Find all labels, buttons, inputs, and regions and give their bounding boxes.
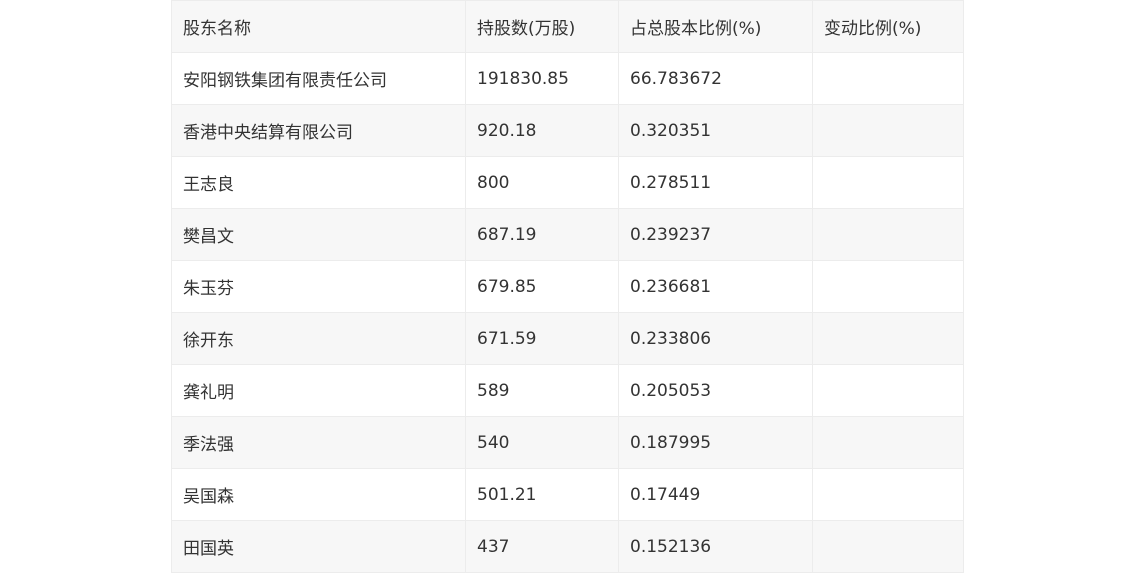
- cell-shareholder-name: 朱玉芬: [171, 260, 466, 313]
- cell-change-ratio: [812, 156, 964, 209]
- header-change-ratio: 变动比例(%): [812, 0, 964, 53]
- cell-shareholder-name: 龚礼明: [171, 364, 466, 417]
- cell-change-ratio: [812, 416, 964, 469]
- cell-shareholder-name: 吴国森: [171, 468, 466, 521]
- cell-change-ratio: [812, 312, 964, 365]
- cell-shares-held: 800: [465, 156, 619, 209]
- table-row: 吴国森 501.21 0.17449: [171, 468, 964, 521]
- header-shareholder-name: 股东名称: [171, 0, 466, 53]
- cell-shareholder-name: 田国英: [171, 520, 466, 573]
- cell-shares-held: 687.19: [465, 208, 619, 261]
- cell-share-ratio: 0.17449: [618, 468, 813, 521]
- shareholder-table: 股东名称 持股数(万股) 占总股本比例(%) 变动比例(%) 安阳钢铁集团有限责…: [171, 0, 964, 573]
- cell-shareholder-name: 季法强: [171, 416, 466, 469]
- cell-shares-held: 920.18: [465, 104, 619, 157]
- table-row: 香港中央结算有限公司 920.18 0.320351: [171, 104, 964, 157]
- cell-share-ratio: 0.152136: [618, 520, 813, 573]
- header-shares-held: 持股数(万股): [465, 0, 619, 53]
- cell-change-ratio: [812, 208, 964, 261]
- cell-shares-held: 501.21: [465, 468, 619, 521]
- cell-change-ratio: [812, 104, 964, 157]
- cell-share-ratio: 0.320351: [618, 104, 813, 157]
- cell-shareholder-name: 樊昌文: [171, 208, 466, 261]
- cell-share-ratio: 0.205053: [618, 364, 813, 417]
- cell-change-ratio: [812, 468, 964, 521]
- table-row: 王志良 800 0.278511: [171, 156, 964, 209]
- cell-share-ratio: 0.187995: [618, 416, 813, 469]
- table-row: 朱玉芬 679.85 0.236681: [171, 260, 964, 313]
- table-header: 股东名称 持股数(万股) 占总股本比例(%) 变动比例(%): [171, 0, 964, 53]
- cell-shares-held: 540: [465, 416, 619, 469]
- table-row: 田国英 437 0.152136: [171, 520, 964, 573]
- cell-share-ratio: 0.233806: [618, 312, 813, 365]
- table-row: 樊昌文 687.19 0.239237: [171, 208, 964, 261]
- table-row: 徐开东 671.59 0.233806: [171, 312, 964, 365]
- cell-share-ratio: 0.239237: [618, 208, 813, 261]
- header-row: 股东名称 持股数(万股) 占总股本比例(%) 变动比例(%): [171, 0, 964, 53]
- table-row: 龚礼明 589 0.205053: [171, 364, 964, 417]
- shareholder-table-container: 股东名称 持股数(万股) 占总股本比例(%) 变动比例(%) 安阳钢铁集团有限责…: [171, 0, 964, 573]
- table-row: 安阳钢铁集团有限责任公司 191830.85 66.783672: [171, 52, 964, 105]
- cell-change-ratio: [812, 364, 964, 417]
- cell-share-ratio: 0.278511: [618, 156, 813, 209]
- cell-shares-held: 671.59: [465, 312, 619, 365]
- cell-shares-held: 589: [465, 364, 619, 417]
- cell-shareholder-name: 王志良: [171, 156, 466, 209]
- header-share-ratio: 占总股本比例(%): [618, 0, 813, 53]
- cell-share-ratio: 0.236681: [618, 260, 813, 313]
- cell-shares-held: 191830.85: [465, 52, 619, 105]
- cell-change-ratio: [812, 260, 964, 313]
- cell-shareholder-name: 安阳钢铁集团有限责任公司: [171, 52, 466, 105]
- cell-shares-held: 437: [465, 520, 619, 573]
- cell-change-ratio: [812, 52, 964, 105]
- cell-share-ratio: 66.783672: [618, 52, 813, 105]
- cell-shares-held: 679.85: [465, 260, 619, 313]
- table-row: 季法强 540 0.187995: [171, 416, 964, 469]
- cell-shareholder-name: 徐开东: [171, 312, 466, 365]
- table-body: 安阳钢铁集团有限责任公司 191830.85 66.783672 香港中央结算有…: [171, 52, 964, 573]
- cell-shareholder-name: 香港中央结算有限公司: [171, 104, 466, 157]
- cell-change-ratio: [812, 520, 964, 573]
